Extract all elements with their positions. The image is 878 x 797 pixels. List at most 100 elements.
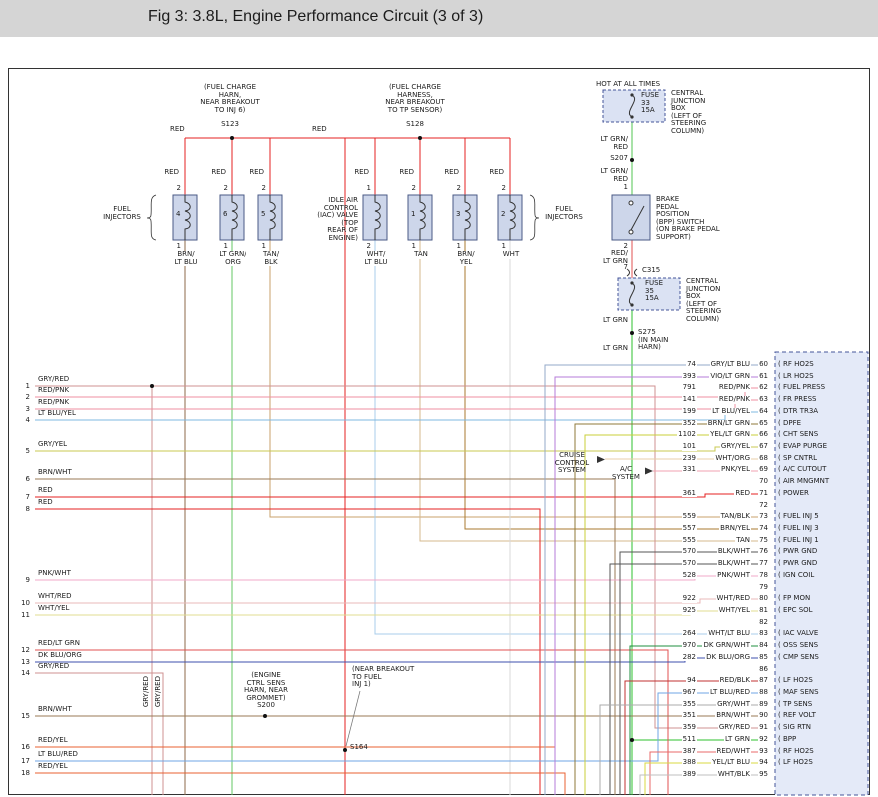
bus-wire-label: RED <box>170 126 194 134</box>
pin-wire-color: BLK/WHT <box>717 548 751 556</box>
pin-wire-number: 570 <box>682 560 697 568</box>
pcm-pin-label: ( DTR TR3A <box>778 408 866 416</box>
pin-number: 66 <box>758 431 769 439</box>
pcm-pin-label: ( IAC VALVE <box>778 630 866 638</box>
pcm-pin-label: ( BPP <box>778 736 866 744</box>
s164-note: (NEAR BREAKOUT TO FUEL INJ 1) <box>352 666 418 689</box>
pin-number: 88 <box>758 689 769 697</box>
pin-wire-number: 352 <box>682 420 697 428</box>
splice-dot <box>230 136 234 140</box>
pin-wire-color: PNK/YEL <box>720 466 751 474</box>
pin-wire-number: 791 <box>682 384 697 392</box>
pin-number: 77 <box>758 560 769 568</box>
pin-wire-number: 74 <box>686 361 697 369</box>
injector-wire-color: TAN <box>396 251 446 259</box>
pin-wire-number: 389 <box>682 771 697 779</box>
pcm-pin-label: ( A/C CUTOUT <box>778 466 866 474</box>
stub-wire-label: RED <box>37 487 54 495</box>
c315-pin-number: 7 <box>618 264 628 272</box>
pcm-pin-label: ( FUEL PRESS <box>778 384 866 392</box>
pin-number: 94 <box>758 759 769 767</box>
pin-number: 85 <box>758 654 769 662</box>
stub-wire-label: GRY/RED <box>37 376 70 384</box>
stub-number: 3 <box>14 406 30 414</box>
stub-wire-label: RED <box>37 499 54 507</box>
pin-number: 95 <box>758 771 769 779</box>
pin-wire-color: RED/WHT <box>716 748 752 756</box>
pin-wire-number: 557 <box>682 525 697 533</box>
pin-number: 70 <box>758 478 769 486</box>
stub-wire-label: GRY/RED <box>37 663 70 671</box>
pin-number: 84 <box>758 642 769 650</box>
pin-wire-color: BRN/YEL <box>719 525 751 533</box>
pin-wire-color: TAN/BLK <box>720 513 751 521</box>
s207-label: S207 <box>602 155 628 163</box>
pin-wire-color: RED/BLK <box>719 677 751 685</box>
pin-wire-color: GRY/WHT <box>716 701 751 709</box>
pin-wire-color: WHT/BLK <box>717 771 751 779</box>
splice-dot <box>630 331 634 335</box>
pcm-pin-label: ( LR HO2S <box>778 373 866 381</box>
stub-number: 4 <box>14 417 30 425</box>
stub-number: 14 <box>14 670 30 678</box>
pin-wire-number: 393 <box>682 373 697 381</box>
fuel-injectors-label-right: FUEL INJECTORS <box>540 206 588 221</box>
pin-wire-color: BLK/WHT <box>717 560 751 568</box>
pin-wire-number: 101 <box>682 443 697 451</box>
s123-label: S123 <box>208 121 252 129</box>
pin-number: 89 <box>758 701 769 709</box>
central-junction-box-label: CENTRAL JUNCTION BOX (LEFT OF STEERING C… <box>686 278 748 324</box>
stub-wire-label: BRN/WHT <box>37 706 73 714</box>
s164-label: S164 <box>350 744 380 752</box>
pin-wire-number: 351 <box>682 712 697 720</box>
pin-wire-number: 361 <box>682 490 697 498</box>
pcm-pin-label: ( CHT SENS <box>778 431 866 439</box>
injector-wire-color: WHT <box>486 251 536 259</box>
pin-wire-number: 555 <box>682 537 697 545</box>
pin-wire-color: LT GRN <box>724 736 751 744</box>
stub-number: 1 <box>14 383 30 391</box>
stub-wire-label: RED/PNK <box>37 399 70 407</box>
wire-label-ltgrn-red: LT GRN/ RED <box>586 136 628 151</box>
pin-number: 72 <box>758 502 769 510</box>
pin-wire-number: 570 <box>682 548 697 556</box>
pin-number: 62 <box>758 384 769 392</box>
pin-wire-color: BRN/LT GRN <box>707 420 751 428</box>
stub-wire-label: RED/PNK <box>37 387 70 395</box>
pin-wire-color: RED/PNK <box>718 396 751 404</box>
pin-number: 83 <box>758 630 769 638</box>
pin-number: 73 <box>758 513 769 521</box>
pin-top-number: 2 <box>172 185 181 193</box>
pin-wire-number: 1102 <box>677 431 697 439</box>
pcm-pin-label: ( PWR GND <box>778 560 866 568</box>
pin-number: 67 <box>758 443 769 451</box>
pcm-pin-label: ( TP SENS <box>778 701 866 709</box>
pin-number: 93 <box>758 748 769 756</box>
injector-feed-wire-label: RED <box>206 169 226 177</box>
pin-wire-color: DK GRN/WHT <box>702 642 751 650</box>
pin-number: 91 <box>758 724 769 732</box>
splice-dot <box>630 738 634 742</box>
pin-wire-number: 359 <box>682 724 697 732</box>
stub-number: 12 <box>14 647 30 655</box>
stub-wire-label: RED/LT GRN <box>37 640 81 648</box>
wire-label-ltgrn: LT GRN <box>596 345 628 353</box>
injector-wire-color: TAN/ BLK <box>246 251 296 266</box>
s200-note: (ENGINE CTRL SENS HARN, NEAR GROMMET) S2… <box>240 672 292 710</box>
ac-system-label: A/C SYSTEM <box>604 466 648 481</box>
page: Fig 3: 3.8L, Engine Performance Circuit … <box>0 0 878 797</box>
pin-wire-number: 559 <box>682 513 697 521</box>
pcm-pin-label: ( IGN COIL <box>778 572 866 580</box>
pin-wire-color: WHT/RED <box>716 595 752 603</box>
pin-number: 61 <box>758 373 769 381</box>
injector-number: 5 <box>261 211 265 219</box>
pin-number: 71 <box>758 490 769 498</box>
pin-number: 90 <box>758 712 769 720</box>
fuse-33-label: FUSE 33 15A <box>641 92 665 115</box>
s128-note: (FUEL CHARGE HARNESS, NEAR BREAKOUT TO T… <box>370 84 460 114</box>
stub-number: 10 <box>14 600 30 608</box>
pin-wire-color: RED <box>734 490 751 498</box>
pcm-pin-label: ( AIR MNGMNT <box>778 478 866 486</box>
pin-wire-color: LT BLU/RED <box>709 689 751 697</box>
bpp-switch-label: BRAKE PEDAL POSITION (BPP) SWITCH (ON BR… <box>656 196 728 242</box>
